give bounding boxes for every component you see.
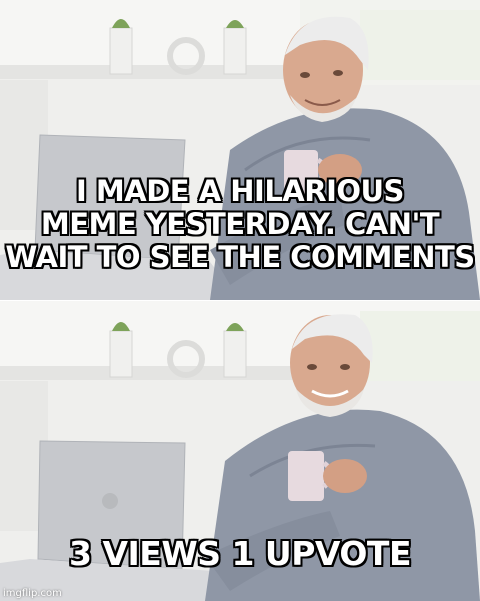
meme-image: I MADE A HILARIOUS MEME YESTERDAY. CAN'T… [0, 0, 480, 601]
watermark: imgflip.com [3, 588, 62, 599]
top-caption: I MADE A HILARIOUS MEME YESTERDAY. CAN'T… [0, 175, 480, 274]
bottom-caption-line-1: 3 VIEWS 1 UPVOTE [69, 534, 411, 573]
top-caption-line-2: MEME YESTERDAY. CAN'T [40, 207, 440, 241]
top-caption-line-3: WAIT TO SEE THE COMMENTS [5, 240, 475, 274]
bottom-caption: 3 VIEWS 1 UPVOTE [0, 537, 480, 570]
top-caption-line-1: I MADE A HILARIOUS [76, 174, 404, 208]
